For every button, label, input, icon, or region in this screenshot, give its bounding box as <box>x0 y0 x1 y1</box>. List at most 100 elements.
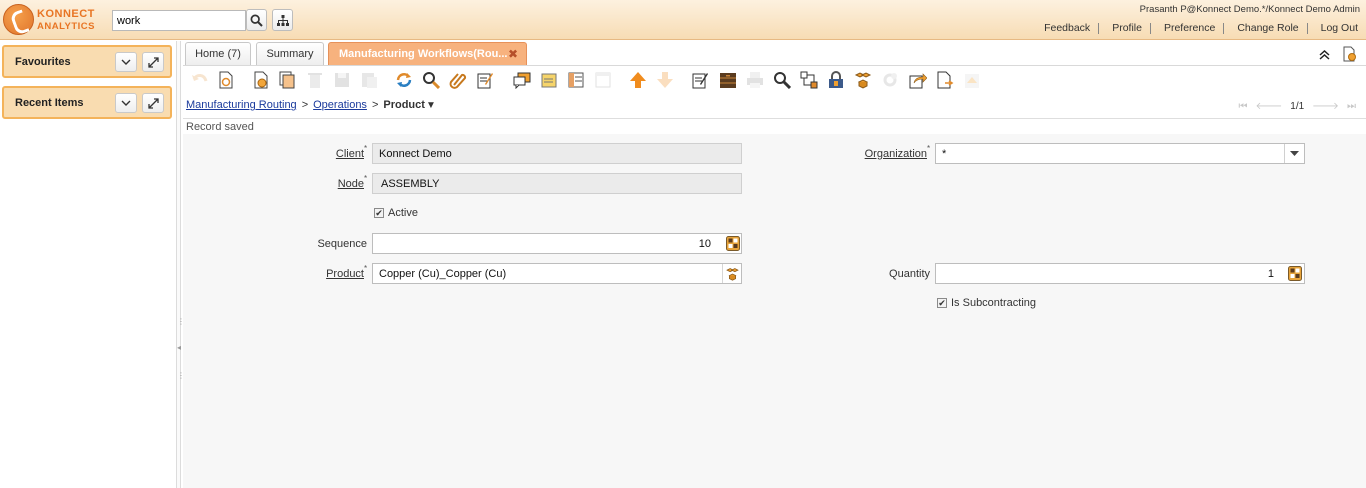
menu-tree-button[interactable] <box>272 9 293 31</box>
archive-button[interactable] <box>718 70 737 89</box>
first-record-icon[interactable]: ⏮ <box>1238 101 1247 112</box>
undo-icon <box>191 73 207 82</box>
zoom-across-button[interactable] <box>772 70 791 89</box>
preference-link[interactable]: Preference <box>1149 23 1223 34</box>
checkmark-icon: ✔ <box>937 297 947 308</box>
feedback-link[interactable]: Feedback <box>1031 23 1098 34</box>
recent-items-expand-button[interactable] <box>142 93 164 113</box>
organization-required-mark: * <box>927 144 931 153</box>
export-icon <box>909 72 927 88</box>
sequence-calculator-button[interactable] <box>723 234 743 253</box>
status-divider <box>183 118 1366 119</box>
parent-record-button[interactable] <box>593 70 612 89</box>
tab-manufacturing-workflows[interactable]: Manufacturing Workflows(Rou... ✖ <box>328 42 527 65</box>
active-label: Active <box>388 207 418 219</box>
comment-icon <box>513 72 530 89</box>
save-button[interactable] <box>332 70 351 89</box>
expand-icon <box>147 56 159 68</box>
record-navigation: ⏮ 🡐 1/1 🡒 ⏭ <box>1238 100 1356 113</box>
panel-splitter[interactable]: ⋮ ◂ ⋮ <box>176 41 185 488</box>
node-required-mark: * <box>364 174 368 183</box>
status-message: Record saved <box>186 121 254 133</box>
file-import-button[interactable] <box>935 70 954 89</box>
client-field[interactable]: Konnect Demo <box>372 143 742 164</box>
save-new-button[interactable] <box>359 70 378 89</box>
zoom-icon <box>773 71 791 89</box>
new-window-button[interactable] <box>1341 46 1357 62</box>
parent-tab-button[interactable] <box>628 70 647 89</box>
favourites-collapse-button[interactable] <box>115 52 137 72</box>
product-field[interactable]: Copper (Cu)_Copper (Cu) <box>372 263 742 284</box>
menu-search-input[interactable] <box>112 10 246 31</box>
new-document-icon <box>1343 46 1356 62</box>
comment-button[interactable] <box>512 70 531 89</box>
sitemap-icon <box>276 14 289 26</box>
konnect-logo[interactable]: KONNECT ANALYTICS <box>3 3 109 37</box>
search-button[interactable] <box>246 9 267 31</box>
favourites-expand-button[interactable] <box>142 52 164 72</box>
quick-form-button[interactable] <box>962 70 981 89</box>
organization-select[interactable]: * <box>935 143 1305 164</box>
quantity-calculator-button[interactable] <box>1285 264 1305 283</box>
recent-items-collapse-button[interactable] <box>115 93 137 113</box>
caret-down-icon <box>1290 150 1299 156</box>
quantity-field[interactable]: 1 <box>935 263 1305 284</box>
product-boxes-icon <box>854 71 871 89</box>
tab-summary[interactable]: Summary <box>256 42 324 65</box>
window-toolbar <box>183 67 1366 93</box>
close-tab-icon[interactable]: ✖ <box>508 47 518 61</box>
chat-button[interactable] <box>475 70 494 89</box>
subcontracting-checkbox[interactable]: ✔ Is Subcontracting <box>937 297 1036 309</box>
node-field[interactable]: ASSEMBLY <box>372 173 742 194</box>
sequence-field[interactable]: 10 <box>372 233 742 254</box>
tab-home[interactable]: Home (7) <box>185 42 251 65</box>
trash-icon <box>307 72 322 88</box>
previous-record-icon[interactable]: 🡐 <box>1255 100 1282 112</box>
grid-toggle-button[interactable] <box>566 70 585 89</box>
change-role-link[interactable]: Change Role <box>1223 23 1306 34</box>
attachment-button[interactable] <box>448 70 467 89</box>
copy-record-button[interactable] <box>277 70 296 89</box>
workflow-button[interactable] <box>799 70 818 89</box>
product-search-button[interactable] <box>722 264 742 283</box>
postit-button[interactable] <box>539 70 558 89</box>
active-checkbox[interactable]: ✔ Active <box>374 207 418 219</box>
product-info-button[interactable] <box>853 70 872 89</box>
favourites-panel[interactable]: Favourites <box>2 45 172 78</box>
double-chevron-up-icon <box>1319 49 1329 60</box>
chevron-down-icon <box>121 100 131 106</box>
splitter-collapse-icon[interactable]: ◂ <box>177 343 181 352</box>
last-record-icon[interactable]: ⏭ <box>1347 101 1356 112</box>
ignore-button[interactable] <box>190 70 209 89</box>
collapse-toolbar-button[interactable] <box>1316 46 1332 62</box>
detail-tab-button[interactable] <box>655 70 674 89</box>
print-button[interactable] <box>745 70 764 89</box>
find-button[interactable] <box>421 70 440 89</box>
logout-link[interactable]: Log Out <box>1306 23 1366 34</box>
customize-button[interactable] <box>880 70 899 89</box>
sequence-label: Sequence <box>317 238 367 250</box>
export-button[interactable] <box>908 70 927 89</box>
import-document-icon <box>937 71 953 88</box>
delete-button[interactable] <box>305 70 324 89</box>
breadcrumb-separator: > <box>371 99 379 111</box>
organization-dropdown-button[interactable] <box>1284 144 1304 163</box>
refresh-button[interactable] <box>394 70 413 89</box>
breadcrumb-manufacturing-routing[interactable]: Manufacturing Routing <box>186 99 297 111</box>
new-record-button[interactable] <box>251 70 270 89</box>
report-edit-icon <box>692 72 708 88</box>
breadcrumb-operations[interactable]: Operations <box>313 99 367 111</box>
app-header: KONNECT ANALYTICS Prasanth P@Konnect Dem… <box>0 0 1366 40</box>
logo-text-line1: KONNECT <box>37 8 95 20</box>
breadcrumb-current[interactable]: Product <box>383 99 425 111</box>
search-icon <box>250 14 263 27</box>
lock-button[interactable] <box>826 70 845 89</box>
calculator-icon <box>1288 266 1302 281</box>
profile-link[interactable]: Profile <box>1098 23 1150 34</box>
report-button[interactable] <box>690 70 709 89</box>
caret-down-icon[interactable]: ▼ <box>426 100 436 111</box>
next-record-icon[interactable]: 🡒 <box>1312 100 1339 112</box>
help-document-icon <box>219 71 232 88</box>
help-button[interactable] <box>216 70 235 89</box>
recent-items-panel[interactable]: Recent Items <box>2 86 172 119</box>
